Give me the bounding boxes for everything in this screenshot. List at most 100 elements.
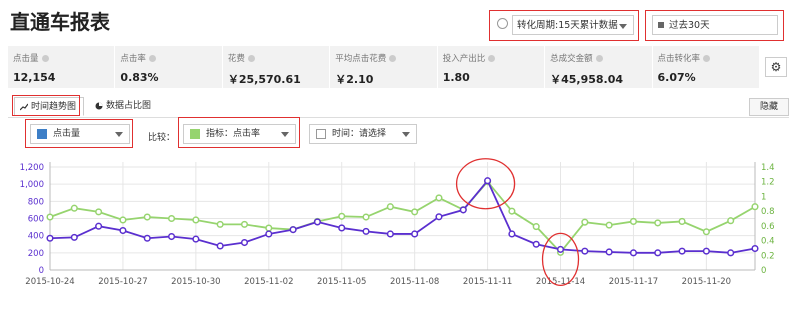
series-ctr-point bbox=[751, 203, 759, 211]
series-ctr-point bbox=[532, 223, 540, 231]
x-tick-label: 2015-11-02 bbox=[244, 277, 293, 287]
series-clicks-point bbox=[216, 242, 224, 250]
metric-revenue[interactable]: 总成交金额 ￥45,958.04 bbox=[545, 46, 653, 88]
series-clicks-point bbox=[386, 230, 394, 238]
y-left-tick-label: 800 bbox=[28, 197, 44, 207]
series-clicks-point bbox=[532, 240, 540, 248]
metric-label: 总成交金额 bbox=[550, 54, 593, 64]
series-ctr-point bbox=[678, 217, 686, 225]
series-ctr-point bbox=[411, 208, 419, 216]
metrics-strip: 点击量 12,154 点击率 0.83% 花费 ￥25,570.61 平均点击花… bbox=[8, 46, 759, 88]
series-ctr-point bbox=[727, 217, 735, 225]
highlight-box-tab bbox=[12, 95, 80, 116]
help-icon[interactable] bbox=[148, 54, 156, 62]
metric-value: ￥25,570.61 bbox=[227, 73, 301, 86]
series-ctr-point bbox=[168, 214, 176, 223]
series-clicks-point bbox=[265, 230, 273, 238]
y-right-tick-label: 0.6 bbox=[761, 222, 775, 232]
help-icon[interactable] bbox=[41, 54, 49, 62]
metric-label: 平均点击花费 bbox=[335, 54, 387, 64]
metric2-select[interactable]: 指标：点击率 bbox=[183, 124, 296, 144]
y-left-tick-label: 200 bbox=[28, 249, 44, 259]
series-clicks-point bbox=[751, 244, 759, 253]
help-icon[interactable] bbox=[703, 54, 711, 62]
compare-label: 比较： bbox=[148, 133, 176, 143]
x-tick-label: 2015-11-05 bbox=[317, 277, 366, 287]
help-icon[interactable] bbox=[247, 54, 255, 62]
series-ctr-point bbox=[192, 216, 200, 224]
series-ctr-point bbox=[240, 220, 249, 228]
metric-value: 1.80 bbox=[442, 71, 470, 84]
series-clicks-point bbox=[702, 247, 710, 255]
metric-cost[interactable]: 花费 ￥25,570.61 bbox=[223, 46, 331, 88]
chart-tabs: 时间趋势图 数据占比图 隐藏 bbox=[8, 97, 789, 118]
y-right-tick-label: 1.4 bbox=[761, 163, 775, 173]
chevron-down-icon bbox=[115, 132, 123, 137]
pie-chart-icon bbox=[95, 102, 103, 110]
series-ctr-point bbox=[605, 221, 613, 229]
y-right-tick-label: 1.2 bbox=[761, 178, 775, 188]
time-select[interactable]: 时间：请选择 bbox=[309, 124, 417, 144]
metric-ctr[interactable]: 点击率 0.83% bbox=[115, 46, 223, 88]
help-icon[interactable] bbox=[389, 54, 397, 62]
help-icon[interactable] bbox=[595, 54, 603, 62]
checkbox-checked-icon[interactable] bbox=[190, 129, 200, 139]
period-select[interactable]: 转化周期:15天累计数据 bbox=[512, 15, 634, 35]
series-clicks-point bbox=[338, 224, 346, 232]
series-ctr-point bbox=[508, 207, 516, 215]
calendar-icon bbox=[658, 22, 664, 28]
x-tick-label: 2015-10-24 bbox=[25, 277, 74, 287]
series-clicks-point bbox=[411, 230, 419, 238]
series-ctr-point bbox=[46, 213, 54, 221]
series-ctr-point bbox=[654, 219, 662, 227]
series-ctr-point bbox=[119, 216, 127, 224]
series-ctr-point bbox=[338, 212, 346, 220]
series-clicks-point bbox=[556, 245, 565, 253]
series-clicks-point bbox=[435, 213, 443, 221]
y-left-tick-label: 400 bbox=[28, 232, 44, 242]
metric-clicks[interactable]: 点击量 12,154 bbox=[8, 46, 116, 88]
chevron-down-icon bbox=[281, 132, 289, 137]
metric-label: 点击量 bbox=[13, 54, 39, 64]
y-right-tick-label: 1 bbox=[761, 192, 766, 202]
metric-value: 6.07% bbox=[657, 71, 696, 84]
x-tick-label: 2015-10-30 bbox=[171, 277, 220, 287]
series-ctr-point bbox=[362, 213, 370, 221]
metric-cvr[interactable]: 点击转化率 6.07% bbox=[653, 46, 759, 88]
series-clicks-point bbox=[459, 206, 467, 214]
chevron-down-icon bbox=[402, 132, 410, 137]
x-tick-label: 2015-11-17 bbox=[609, 277, 658, 287]
hide-button[interactable]: 隐藏 bbox=[749, 98, 789, 116]
y-right-tick-label: 0.2 bbox=[761, 251, 775, 261]
y-right-tick-label: 0.8 bbox=[761, 207, 775, 217]
checkbox-icon[interactable] bbox=[316, 129, 326, 139]
metric-label: 点击率 bbox=[120, 54, 146, 64]
metric-cpc[interactable]: 平均点击花费 ￥2.10 bbox=[330, 46, 438, 88]
metric2-label: 指标：点击率 bbox=[206, 129, 261, 139]
help-icon[interactable] bbox=[488, 54, 496, 62]
series-clicks-point bbox=[289, 226, 297, 234]
settings-button[interactable]: ⚙ bbox=[765, 57, 787, 77]
series-clicks-point bbox=[313, 218, 321, 226]
period-select-label: 转化周期:15天累计数据 bbox=[517, 20, 618, 31]
metric1-select[interactable]: 点击量 bbox=[30, 124, 130, 144]
x-tick-label: 2015-11-08 bbox=[390, 277, 439, 287]
metric-value: ￥2.10 bbox=[335, 73, 374, 86]
page-title: 直通车报表 bbox=[10, 10, 110, 34]
series-ctr-point bbox=[265, 224, 273, 232]
metric-roi[interactable]: 投入产出比 1.80 bbox=[438, 46, 546, 88]
x-tick-label: 2015-11-11 bbox=[463, 277, 512, 287]
time-label: 时间：请选择 bbox=[332, 129, 387, 139]
y-right-tick-label: 0.4 bbox=[761, 237, 775, 247]
series-ctr-point bbox=[435, 194, 443, 202]
series-clicks-point bbox=[508, 230, 516, 238]
tab-share[interactable]: 数据占比图 bbox=[90, 97, 160, 116]
series-clicks-point bbox=[240, 238, 249, 247]
series-ctr-point bbox=[95, 208, 103, 216]
metric-value: 12,154 bbox=[13, 71, 56, 84]
date-range-select[interactable]: 过去30天 bbox=[652, 15, 778, 35]
series-clicks-point bbox=[678, 247, 686, 255]
series-ctr-point bbox=[581, 218, 589, 226]
gear-icon: ⚙ bbox=[770, 60, 782, 74]
y-left-tick-label: 0 bbox=[39, 266, 44, 276]
